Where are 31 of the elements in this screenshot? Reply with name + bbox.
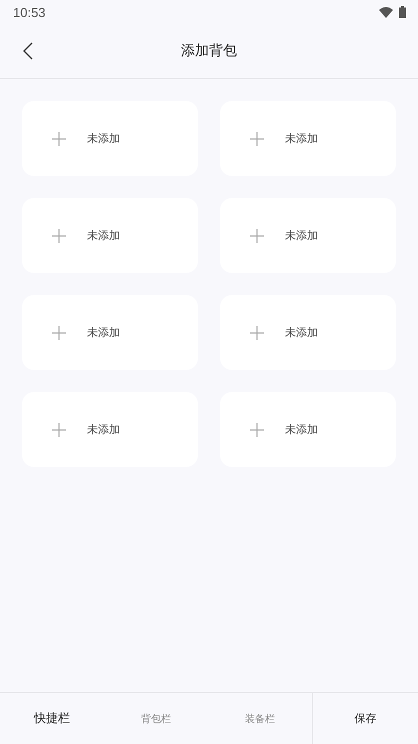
plus-icon (250, 228, 264, 242)
back-icon[interactable] (23, 42, 33, 60)
plus-icon (52, 132, 66, 146)
plus-icon (250, 132, 264, 146)
bottom-tab[interactable]: 快捷栏 (0, 693, 104, 744)
plus-icon (250, 326, 264, 340)
slot-label: 未添加 (285, 131, 318, 146)
slot-label: 未添加 (87, 422, 120, 437)
status-time: 10:53 (13, 4, 46, 20)
battery-icon (399, 6, 406, 18)
empty-slot-card[interactable]: 未添加 (22, 392, 198, 467)
empty-slot-card[interactable]: 未添加 (22, 295, 198, 370)
save-button[interactable]: 保存 (312, 693, 418, 744)
slot-label: 未添加 (87, 228, 120, 243)
plus-icon (52, 422, 66, 436)
wifi-icon (379, 6, 393, 18)
page-title: 添加背包 (181, 42, 237, 60)
plus-icon (52, 228, 66, 242)
slot-label: 未添加 (285, 422, 318, 437)
slot-label: 未添加 (87, 131, 120, 146)
empty-slot-card[interactable]: 未添加 (220, 392, 396, 467)
empty-slot-card[interactable]: 未添加 (220, 295, 396, 370)
plus-icon (250, 422, 264, 436)
slot-label: 未添加 (285, 228, 318, 243)
slot-label: 未添加 (87, 325, 120, 340)
slot-label: 未添加 (285, 325, 318, 340)
empty-slot-card[interactable]: 未添加 (22, 198, 198, 273)
empty-slot-card[interactable]: 未添加 (220, 101, 396, 176)
empty-slot-card[interactable]: 未添加 (220, 198, 396, 273)
empty-slot-card[interactable]: 未添加 (22, 101, 198, 176)
plus-icon (52, 326, 66, 340)
